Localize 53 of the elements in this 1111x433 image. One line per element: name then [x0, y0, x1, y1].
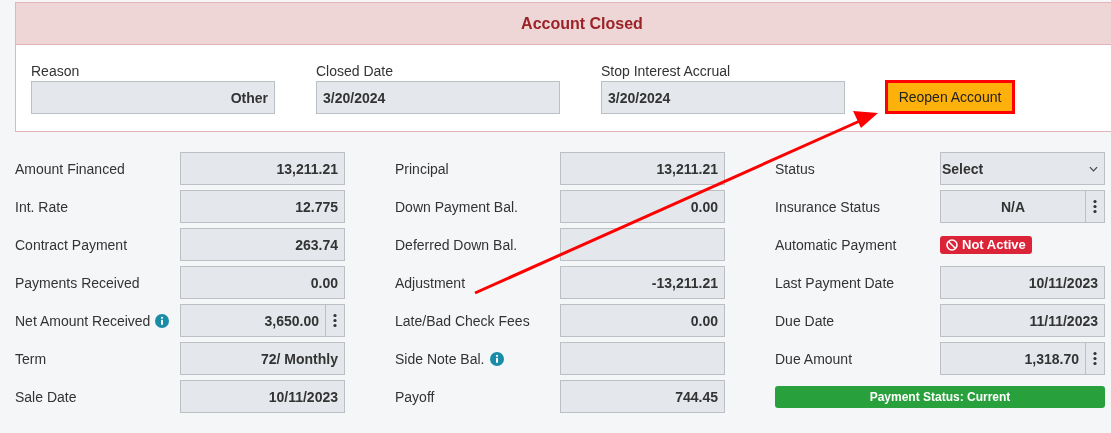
field-label: Payments Received	[15, 274, 140, 291]
reopen-account-button[interactable]: Reopen Account	[885, 80, 1015, 114]
info-icon[interactable]	[489, 351, 504, 366]
payment-status-bar: Payment Status: Current	[775, 385, 1105, 408]
field-label: Amount Financed	[15, 160, 125, 177]
input-field[interactable]: 72/ Monthly	[180, 342, 345, 375]
status-select[interactable]: Select	[940, 152, 1105, 185]
input-field[interactable]: 11/11/2023	[940, 304, 1105, 337]
field-label: Principal	[395, 160, 449, 177]
field-label: Contract Payment	[15, 236, 128, 253]
field-label: Term	[15, 350, 47, 367]
field-label: Due Date	[775, 312, 835, 329]
panel-title: Account Closed	[521, 14, 643, 33]
field-label: Int. Rate	[15, 198, 68, 215]
chevron-down-icon	[1089, 165, 1098, 172]
info-icon[interactable]	[155, 313, 170, 328]
field-label: Deferred Down Bal.	[395, 236, 518, 253]
input-field[interactable]: 263.74	[180, 228, 345, 261]
input-field[interactable]: 0.00	[560, 304, 725, 337]
input-field[interactable]: 0.00	[180, 266, 345, 299]
field-label: Net Amount Received	[15, 312, 151, 329]
field-label: Automatic Payment	[775, 236, 897, 253]
input-field[interactable]: 0.00	[560, 190, 725, 223]
ban-icon	[946, 238, 958, 251]
input-field[interactable]: -13,211.21	[560, 266, 725, 299]
input-field[interactable]: 744.45	[560, 380, 725, 413]
input-field[interactable]: 1,318.70	[940, 342, 1105, 375]
input-field[interactable]: 13,211.21	[560, 152, 725, 185]
field-label: Sale Date	[15, 388, 77, 405]
field-label: Payoff	[395, 388, 435, 405]
field-label: Down Payment Bal.	[395, 198, 518, 215]
field-label: Adjustment	[395, 274, 466, 291]
input-field[interactable]: 3/20/2024	[316, 81, 560, 114]
status-badge: Not Active	[940, 235, 1032, 254]
field-label: Reason	[31, 63, 81, 79]
field-label: Late/Bad Check Fees	[395, 312, 530, 329]
field-label: Closed Date	[316, 63, 395, 79]
input-field[interactable]: 10/11/2023	[940, 266, 1105, 299]
input-field[interactable]: 13,211.21	[180, 152, 345, 185]
input-field[interactable]: Other	[31, 81, 275, 114]
input-field[interactable]	[560, 342, 725, 375]
field-label: Last Payment Date	[775, 274, 895, 291]
input-field[interactable]: 3/20/2024	[601, 81, 845, 114]
input-field[interactable]: 12.775	[180, 190, 345, 223]
field-label: Status	[775, 160, 815, 177]
field-label: Stop Interest Accrual	[601, 63, 732, 79]
field-label: Side Note Bal.	[395, 350, 485, 367]
input-field[interactable]: 3,650.00	[180, 304, 345, 337]
input-field[interactable]	[560, 228, 725, 261]
field-label: Due Amount	[775, 350, 853, 367]
input-field[interactable]: N/A	[940, 190, 1105, 223]
input-field[interactable]: 10/11/2023	[180, 380, 345, 413]
field-label: Insurance Status	[775, 198, 881, 215]
